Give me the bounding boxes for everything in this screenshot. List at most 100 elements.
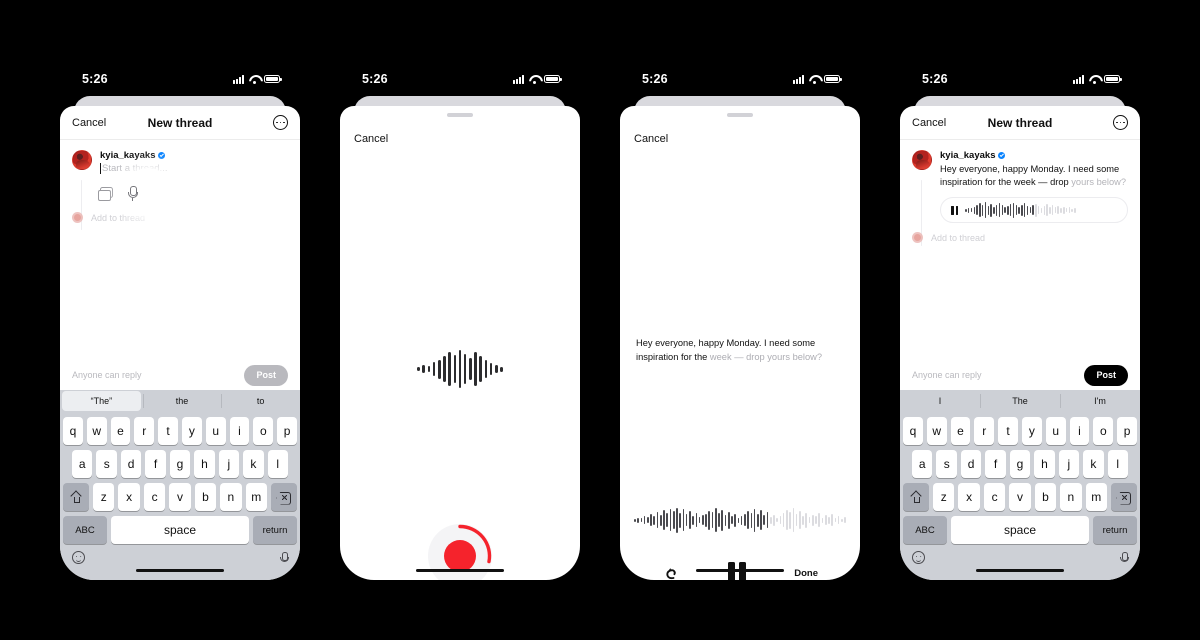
- abc-key[interactable]: ABC: [903, 516, 947, 544]
- suggestion-0[interactable]: I: [900, 390, 980, 412]
- dictation-icon[interactable]: [1120, 551, 1130, 564]
- key-z[interactable]: z: [933, 483, 955, 511]
- pause-button[interactable]: [951, 205, 959, 215]
- key-w[interactable]: w: [926, 417, 947, 445]
- key-d[interactable]: d: [960, 450, 982, 478]
- key-f[interactable]: f: [145, 450, 166, 478]
- more-options-icon[interactable]: [1113, 115, 1128, 130]
- key-x[interactable]: x: [958, 483, 980, 511]
- key-h[interactable]: h: [1034, 450, 1055, 478]
- emoji-icon[interactable]: [72, 551, 85, 564]
- shift-icon: [910, 491, 922, 503]
- key-v[interactable]: v: [1009, 483, 1031, 511]
- suggestion-2[interactable]: I'm: [1060, 390, 1140, 412]
- key-a[interactable]: a: [912, 450, 933, 478]
- return-key[interactable]: return: [253, 516, 297, 544]
- key-j[interactable]: j: [218, 450, 240, 478]
- delete-key[interactable]: [270, 483, 297, 511]
- suggestion-2[interactable]: to: [221, 390, 300, 412]
- microphone-button[interactable]: [125, 184, 139, 201]
- key-k[interactable]: k: [1083, 450, 1104, 478]
- shift-key[interactable]: [903, 483, 930, 511]
- cancel-button[interactable]: Cancel: [634, 133, 668, 145]
- cancel-button[interactable]: Cancel: [72, 117, 106, 129]
- key-r[interactable]: r: [134, 417, 155, 445]
- add-to-thread-row[interactable]: Add to thread: [72, 212, 288, 223]
- key-r[interactable]: r: [974, 417, 995, 445]
- post-button[interactable]: Post: [1084, 364, 1128, 386]
- key-h[interactable]: h: [194, 450, 215, 478]
- key-v[interactable]: v: [169, 483, 191, 511]
- key-t[interactable]: t: [158, 417, 178, 445]
- audio-waveform[interactable]: [965, 202, 1117, 218]
- suggestion-1[interactable]: The: [980, 390, 1060, 412]
- key-p[interactable]: p: [277, 417, 297, 445]
- key-g[interactable]: g: [1009, 450, 1031, 478]
- key-l[interactable]: l: [267, 450, 288, 478]
- key-l[interactable]: l: [1107, 450, 1128, 478]
- key-y[interactable]: y: [182, 417, 202, 445]
- key-n[interactable]: n: [1060, 483, 1082, 511]
- key-a[interactable]: a: [72, 450, 93, 478]
- done-button[interactable]: Done: [794, 568, 818, 579]
- add-to-thread-row[interactable]: Add to thread: [912, 232, 1128, 243]
- key-e[interactable]: e: [950, 417, 971, 445]
- key-o[interactable]: o: [253, 417, 274, 445]
- key-j[interactable]: j: [1058, 450, 1080, 478]
- key-k[interactable]: k: [243, 450, 264, 478]
- key-o[interactable]: o: [1093, 417, 1114, 445]
- thread-text-input[interactable]: Start a thread...: [100, 163, 288, 174]
- suggestion-0[interactable]: “The”: [62, 391, 141, 411]
- reply-policy-label[interactable]: Anyone can reply: [912, 370, 982, 380]
- undo-button[interactable]: [662, 565, 679, 581]
- key-z[interactable]: z: [93, 483, 115, 511]
- space-key[interactable]: space: [951, 516, 1089, 544]
- media-icon[interactable]: [98, 186, 113, 201]
- cancel-button[interactable]: Cancel: [912, 117, 946, 129]
- key-b[interactable]: b: [194, 483, 217, 511]
- space-key[interactable]: space: [111, 516, 249, 544]
- more-options-icon[interactable]: [273, 115, 288, 130]
- reply-policy-label[interactable]: Anyone can reply: [72, 370, 142, 380]
- key-n[interactable]: n: [220, 483, 242, 511]
- key-x[interactable]: x: [118, 483, 140, 511]
- waveform-bar: [818, 513, 821, 527]
- key-c[interactable]: c: [983, 483, 1006, 511]
- waveform-bar: [753, 508, 756, 532]
- key-q[interactable]: q: [63, 417, 83, 445]
- key-u[interactable]: u: [205, 417, 226, 445]
- key-p[interactable]: p: [1117, 417, 1137, 445]
- key-i[interactable]: i: [229, 417, 250, 445]
- key-b[interactable]: b: [1034, 483, 1057, 511]
- audio-player[interactable]: [940, 197, 1128, 223]
- key-s[interactable]: s: [936, 450, 957, 478]
- key-m[interactable]: m: [245, 483, 267, 511]
- key-e[interactable]: e: [110, 417, 131, 445]
- waveform-bar: [1035, 203, 1037, 217]
- key-c[interactable]: c: [143, 483, 166, 511]
- key-i[interactable]: i: [1069, 417, 1090, 445]
- playback-waveform[interactable]: [634, 503, 846, 537]
- key-w[interactable]: w: [86, 417, 107, 445]
- key-t[interactable]: t: [998, 417, 1018, 445]
- key-q[interactable]: q: [903, 417, 923, 445]
- return-key[interactable]: return: [1093, 516, 1137, 544]
- wifi-icon: [248, 75, 260, 84]
- key-g[interactable]: g: [169, 450, 191, 478]
- thread-post-text[interactable]: Hey everyone, happy Monday. I need some …: [940, 163, 1128, 189]
- emoji-icon[interactable]: [912, 551, 925, 564]
- key-m[interactable]: m: [1085, 483, 1107, 511]
- waveform-bar: [1054, 207, 1057, 213]
- shift-key[interactable]: [63, 483, 90, 511]
- key-y[interactable]: y: [1022, 417, 1042, 445]
- key-u[interactable]: u: [1045, 417, 1066, 445]
- post-button[interactable]: Post: [244, 364, 288, 386]
- key-s[interactable]: s: [96, 450, 117, 478]
- dictation-icon[interactable]: [280, 551, 290, 564]
- delete-key[interactable]: [1110, 483, 1137, 511]
- key-d[interactable]: d: [120, 450, 142, 478]
- cancel-button[interactable]: Cancel: [354, 133, 388, 145]
- key-f[interactable]: f: [985, 450, 1006, 478]
- abc-key[interactable]: ABC: [63, 516, 107, 544]
- suggestion-1[interactable]: the: [142, 390, 222, 412]
